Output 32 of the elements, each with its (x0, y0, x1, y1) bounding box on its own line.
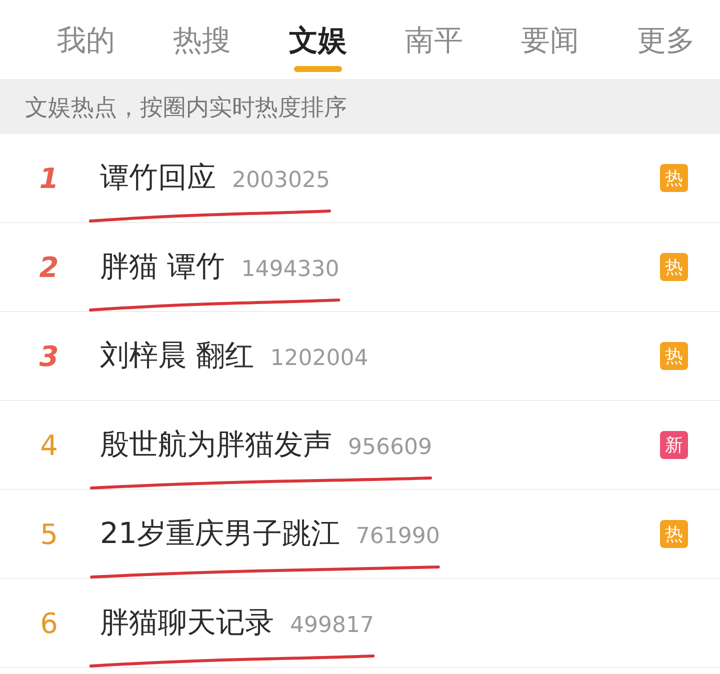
item-title: 刘梓晨 翻红 (100, 337, 254, 374)
rank-number: 4 (39, 428, 59, 462)
badge: 热 (660, 520, 688, 548)
heat-count: 499817 (290, 613, 374, 638)
heat-count: 1494330 (241, 257, 340, 282)
rank-number: 3 (38, 340, 60, 372)
tab[interactable]: 文娱 (260, 0, 376, 80)
heat-count: 2003025 (232, 168, 330, 193)
item-title: 谭竹回应 (100, 159, 216, 196)
badge: 热 (660, 342, 688, 370)
list-item[interactable]: 2 胖猫 谭竹 1494330 热 (0, 223, 720, 312)
list-item[interactable]: 5 21岁重庆男子跳江 761990 热 (0, 490, 720, 579)
list-item[interactable]: 6 胖猫聊天记录 499817 (0, 579, 720, 668)
badge: 新 (660, 431, 688, 459)
list-item[interactable]: 4 殷世航为胖猫发声 956609 新 (0, 401, 720, 490)
heat-count: 761990 (356, 524, 440, 549)
rank-number: 1 (38, 162, 60, 194)
list-item[interactable]: 1 谭竹回应 2003025 热 (0, 134, 720, 223)
heat-count: 1202004 (270, 346, 368, 371)
active-tab-indicator (294, 66, 342, 72)
heat-count: 956609 (348, 435, 432, 460)
rank-number: 2 (38, 250, 60, 284)
item-title: 殷世航为胖猫发声 (100, 426, 332, 463)
badge: 热 (660, 253, 688, 281)
item-title: 胖猫聊天记录 (100, 604, 274, 641)
list-item[interactable]: 3 刘梓晨 翻红 1202004 热 (0, 312, 720, 401)
rank-number: 5 (39, 518, 59, 550)
item-title: 21岁重庆男子跳江 (100, 515, 340, 552)
item-title: 胖猫 谭竹 (100, 248, 226, 285)
subtitle-text: 文娱热点，按圈内实时热度排序 (25, 94, 347, 122)
rank-number: 6 (39, 606, 59, 640)
badge: 热 (660, 164, 688, 192)
